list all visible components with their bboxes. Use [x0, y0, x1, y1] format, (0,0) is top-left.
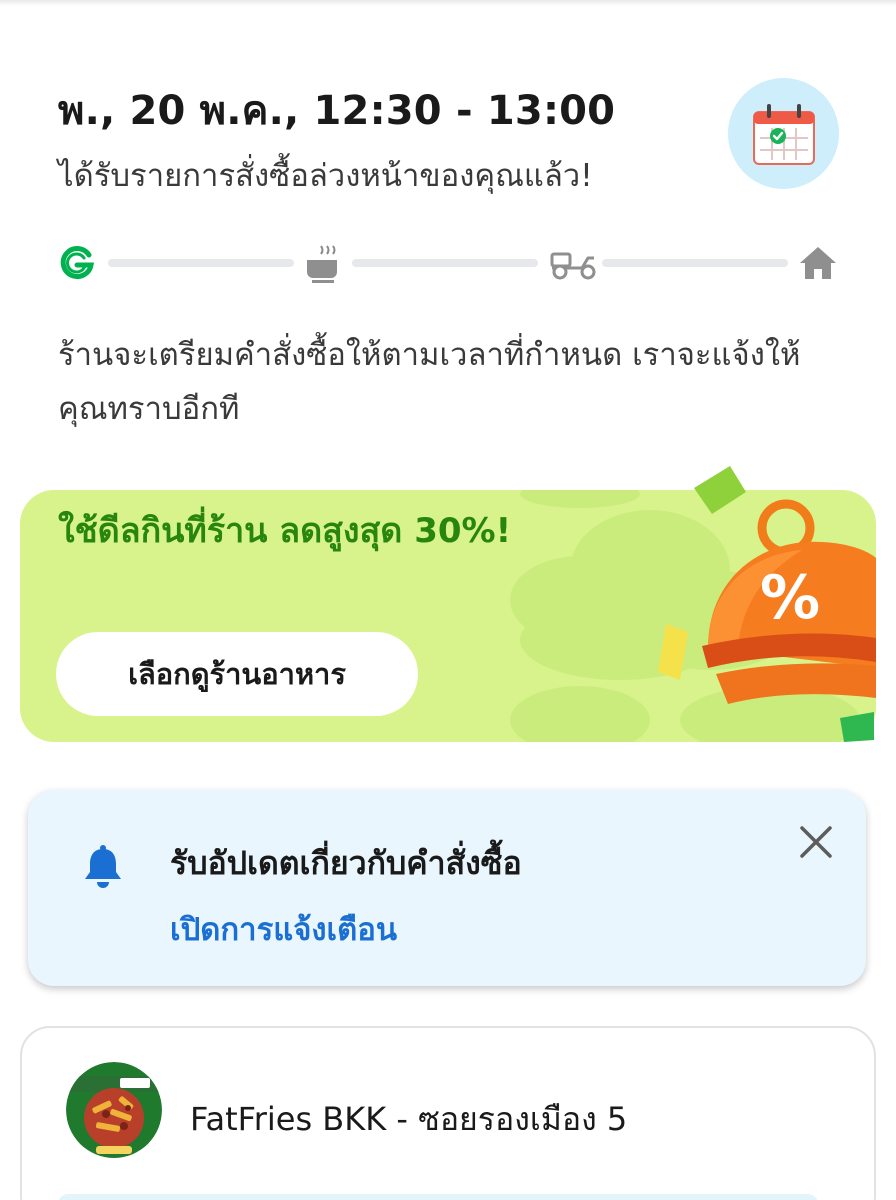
confetti-decoration: [658, 624, 688, 680]
store-name: FatFries BKK - ซอยรองเมือง 5: [190, 1100, 628, 1138]
top-divider: [0, 0, 896, 6]
confetti-decoration: [694, 466, 746, 514]
preparation-message: ร้านจะเตรียมคำสั่งซื้อให้ตามเวลาที่กำหนด…: [58, 337, 801, 427]
discount-food-cover-icon: %: [702, 499, 876, 704]
store-avatar: [66, 1062, 162, 1158]
scooter-icon: [550, 252, 596, 280]
grab-logo-icon: [60, 246, 94, 280]
browse-restaurants-button[interactable]: เลือกดูร้านอาหาร: [56, 632, 418, 716]
notification-title: รับอัปเดตเกี่ยวกับคำสั่งซื้อ: [170, 844, 522, 882]
promo-banner[interactable]: % ใช้ดีลกินที่ร้าน ลดสูงสุด 30%! เลือกดู…: [20, 490, 876, 742]
order-status-text: ได้รับรายการสั่งซื้อล่วงหน้าของคุณแล้ว!: [58, 158, 593, 194]
progress-segment-2: [352, 259, 538, 267]
close-icon[interactable]: [794, 820, 838, 864]
progress-segment-1: [108, 259, 294, 267]
store-card[interactable]: FatFries BKK - ซอยรองเมือง 5: [20, 1026, 876, 1200]
confetti-decoration: [840, 712, 874, 742]
calendar-badge: [728, 78, 839, 189]
percent-symbol: %: [760, 563, 820, 633]
store-order-summary-peek: [58, 1194, 818, 1200]
order-schedule-time: พ., 20 พ.ค., 12:30 - 13:00: [58, 88, 616, 134]
bell-icon: [85, 845, 121, 888]
promo-title: ใช้ดีลกินที่ร้าน ลดสูงสุด 30%!: [58, 511, 512, 551]
notification-prompt-card: รับอัปเดตเกี่ยวกับคำสั่งซื้อ เปิดการแจ้ง…: [28, 790, 866, 986]
home-icon: [800, 247, 836, 279]
calendar-check-icon: [753, 104, 815, 165]
progress-segment-3: [602, 259, 788, 267]
cooking-pot-icon: [307, 245, 337, 283]
enable-notifications-link[interactable]: เปิดการแจ้งเตือน: [170, 904, 397, 954]
order-progress-tracker: [58, 240, 840, 288]
